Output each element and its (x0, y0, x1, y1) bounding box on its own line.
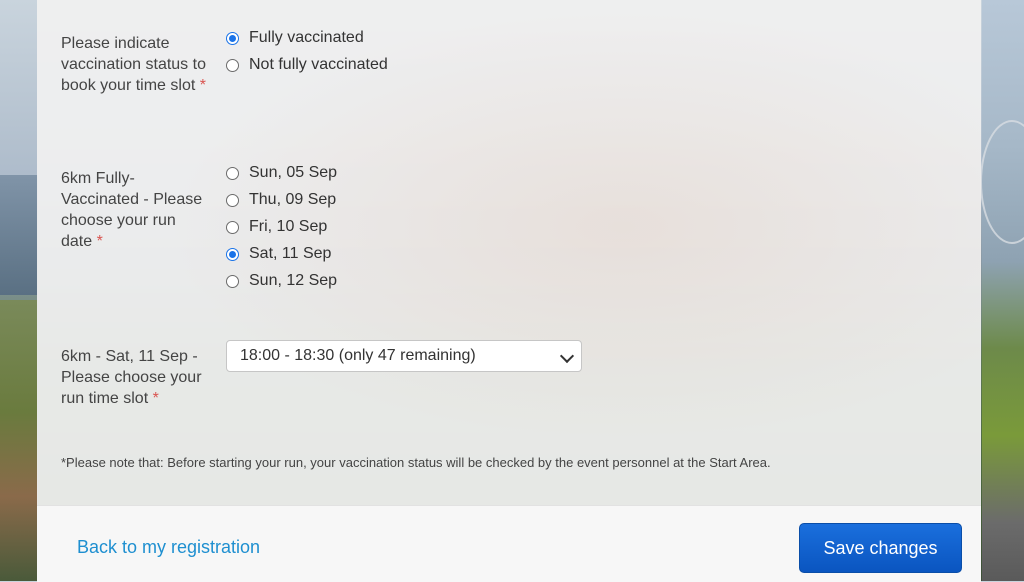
radio-date-thu-09-sep[interactable]: Thu, 09 Sep (226, 190, 336, 210)
radio-button-checked[interactable] (226, 31, 239, 45)
radio-label: Thu, 09 Sep (249, 191, 337, 208)
time-slot-selected-value: 18:00 - 18:30 (only 47 remaining) (240, 347, 476, 364)
chevron-down-icon (559, 348, 575, 364)
vaccination-status-label-text: Please indicate vaccination status to bo… (61, 35, 206, 94)
save-changes-button[interactable]: Save changes (799, 523, 962, 573)
vaccination-status-label: Please indicate vaccination status to bo… (61, 33, 211, 96)
run-date-label-text: 6km Fully-Vaccinated - Please choose you… (61, 170, 203, 250)
radio-not-fully-vaccinated[interactable]: Not fully vaccinated (226, 55, 388, 75)
back-to-registration-link[interactable]: Back to my registration (77, 537, 260, 558)
time-slot-select[interactable]: 18:00 - 18:30 (only 47 remaining) (226, 340, 582, 372)
radio-date-sun-12-sep[interactable]: Sun, 12 Sep (226, 271, 337, 291)
background-scenery-right (982, 0, 1024, 581)
time-slot-label-text: 6km - Sat, 11 Sep - Please choose your r… (61, 348, 202, 407)
required-asterisk: * (96, 233, 103, 250)
radio-label: Not fully vaccinated (249, 56, 388, 73)
radio-button[interactable] (226, 166, 239, 180)
radio-button-checked[interactable] (226, 247, 239, 261)
time-slot-label: 6km - Sat, 11 Sep - Please choose your r… (61, 346, 213, 409)
radio-date-sat-11-sep[interactable]: Sat, 11 Sep (226, 244, 331, 264)
background-foliage-left (0, 300, 38, 581)
radio-label: Fri, 10 Sep (249, 218, 328, 235)
radio-date-sun-05-sep[interactable]: Sun, 05 Sep (226, 163, 337, 183)
background-city-left (0, 175, 38, 295)
radio-button[interactable] (226, 274, 239, 288)
vaccination-check-note: *Please note that: Before starting your … (61, 455, 771, 470)
radio-button[interactable] (226, 58, 239, 72)
radio-label: Fully vaccinated (249, 29, 364, 46)
radio-button[interactable] (226, 220, 239, 234)
radio-date-fri-10-sep[interactable]: Fri, 10 Sep (226, 217, 327, 237)
radio-label: Sat, 11 Sep (249, 245, 332, 262)
required-asterisk: * (152, 390, 159, 407)
radio-label: Sun, 05 Sep (249, 164, 338, 181)
radio-button[interactable] (226, 193, 239, 207)
run-date-label: 6km Fully-Vaccinated - Please choose you… (61, 168, 211, 252)
required-asterisk: * (199, 77, 206, 94)
radio-fully-vaccinated[interactable]: Fully vaccinated (226, 28, 364, 48)
radio-label: Sun, 12 Sep (249, 272, 338, 289)
